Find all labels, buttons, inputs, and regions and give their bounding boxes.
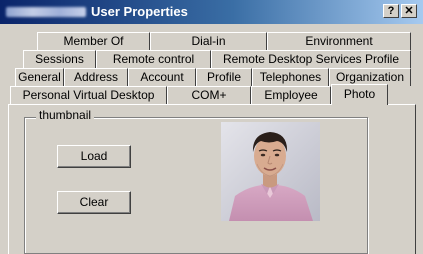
help-button[interactable]: ? — [383, 4, 399, 18]
load-button-label: Load — [80, 149, 108, 163]
close-icon: ✕ — [404, 5, 414, 17]
tab-label: Organization — [335, 70, 405, 84]
tab-label: Sessions — [35, 52, 84, 66]
help-icon: ? — [387, 5, 395, 17]
tab-account[interactable]: Account — [128, 68, 196, 86]
tab-label: Account — [140, 70, 184, 84]
tab-label: Address — [73, 70, 119, 84]
tab-label: Remote Desktop Services Profile — [222, 52, 400, 66]
load-button[interactable]: Load — [57, 145, 131, 168]
tab-label: Dial-in — [191, 34, 226, 48]
tab-environment[interactable]: Environment — [267, 32, 411, 50]
tab-label: Profile — [206, 70, 241, 84]
tab-telephones[interactable]: Telephones — [252, 68, 329, 86]
tab-employee[interactable]: Employee — [251, 86, 331, 104]
tab-profile[interactable]: Profile — [196, 68, 252, 86]
blurred-user-name — [6, 7, 86, 17]
tab-label: Remote control — [112, 52, 195, 66]
tab-general[interactable]: General — [15, 68, 64, 86]
tab-remote-desktop-services-profile[interactable]: Remote Desktop Services Profile — [211, 50, 411, 68]
tab-member-of[interactable]: Member Of — [37, 32, 150, 50]
tab-sessions[interactable]: Sessions — [23, 50, 96, 68]
clear-button[interactable]: Clear — [57, 191, 131, 214]
tab-address[interactable]: Address — [64, 68, 128, 86]
clear-button-label: Clear — [79, 195, 109, 209]
tab-label: Photo — [343, 87, 376, 101]
tab-label: Environment — [305, 34, 373, 48]
tab-com-plus[interactable]: COM+ — [167, 86, 251, 104]
user-properties-dialog: User Properties ? ✕ Member Of Dial-in En… — [0, 0, 423, 254]
tab-remote-control[interactable]: Remote control — [96, 50, 211, 68]
user-photo — [221, 122, 320, 221]
close-button[interactable]: ✕ — [401, 4, 417, 18]
thumbnail-group-label: thumbnail — [36, 108, 95, 122]
title-bar[interactable]: User Properties ? ✕ — [0, 0, 423, 24]
tab-label: Telephones — [259, 70, 322, 84]
tab-label: General — [18, 70, 61, 84]
tab-personal-virtual-desktop[interactable]: Personal Virtual Desktop — [10, 86, 167, 104]
tab-label: Member Of — [63, 34, 124, 48]
tab-label: COM+ — [191, 88, 227, 102]
window-title: User Properties — [91, 4, 188, 19]
user-photo-icon — [221, 122, 320, 221]
tab-photo[interactable]: Photo — [331, 84, 388, 105]
tab-dial-in[interactable]: Dial-in — [150, 32, 267, 50]
tab-label: Personal Virtual Desktop — [22, 88, 155, 102]
tab-label: Employee — [264, 88, 318, 102]
